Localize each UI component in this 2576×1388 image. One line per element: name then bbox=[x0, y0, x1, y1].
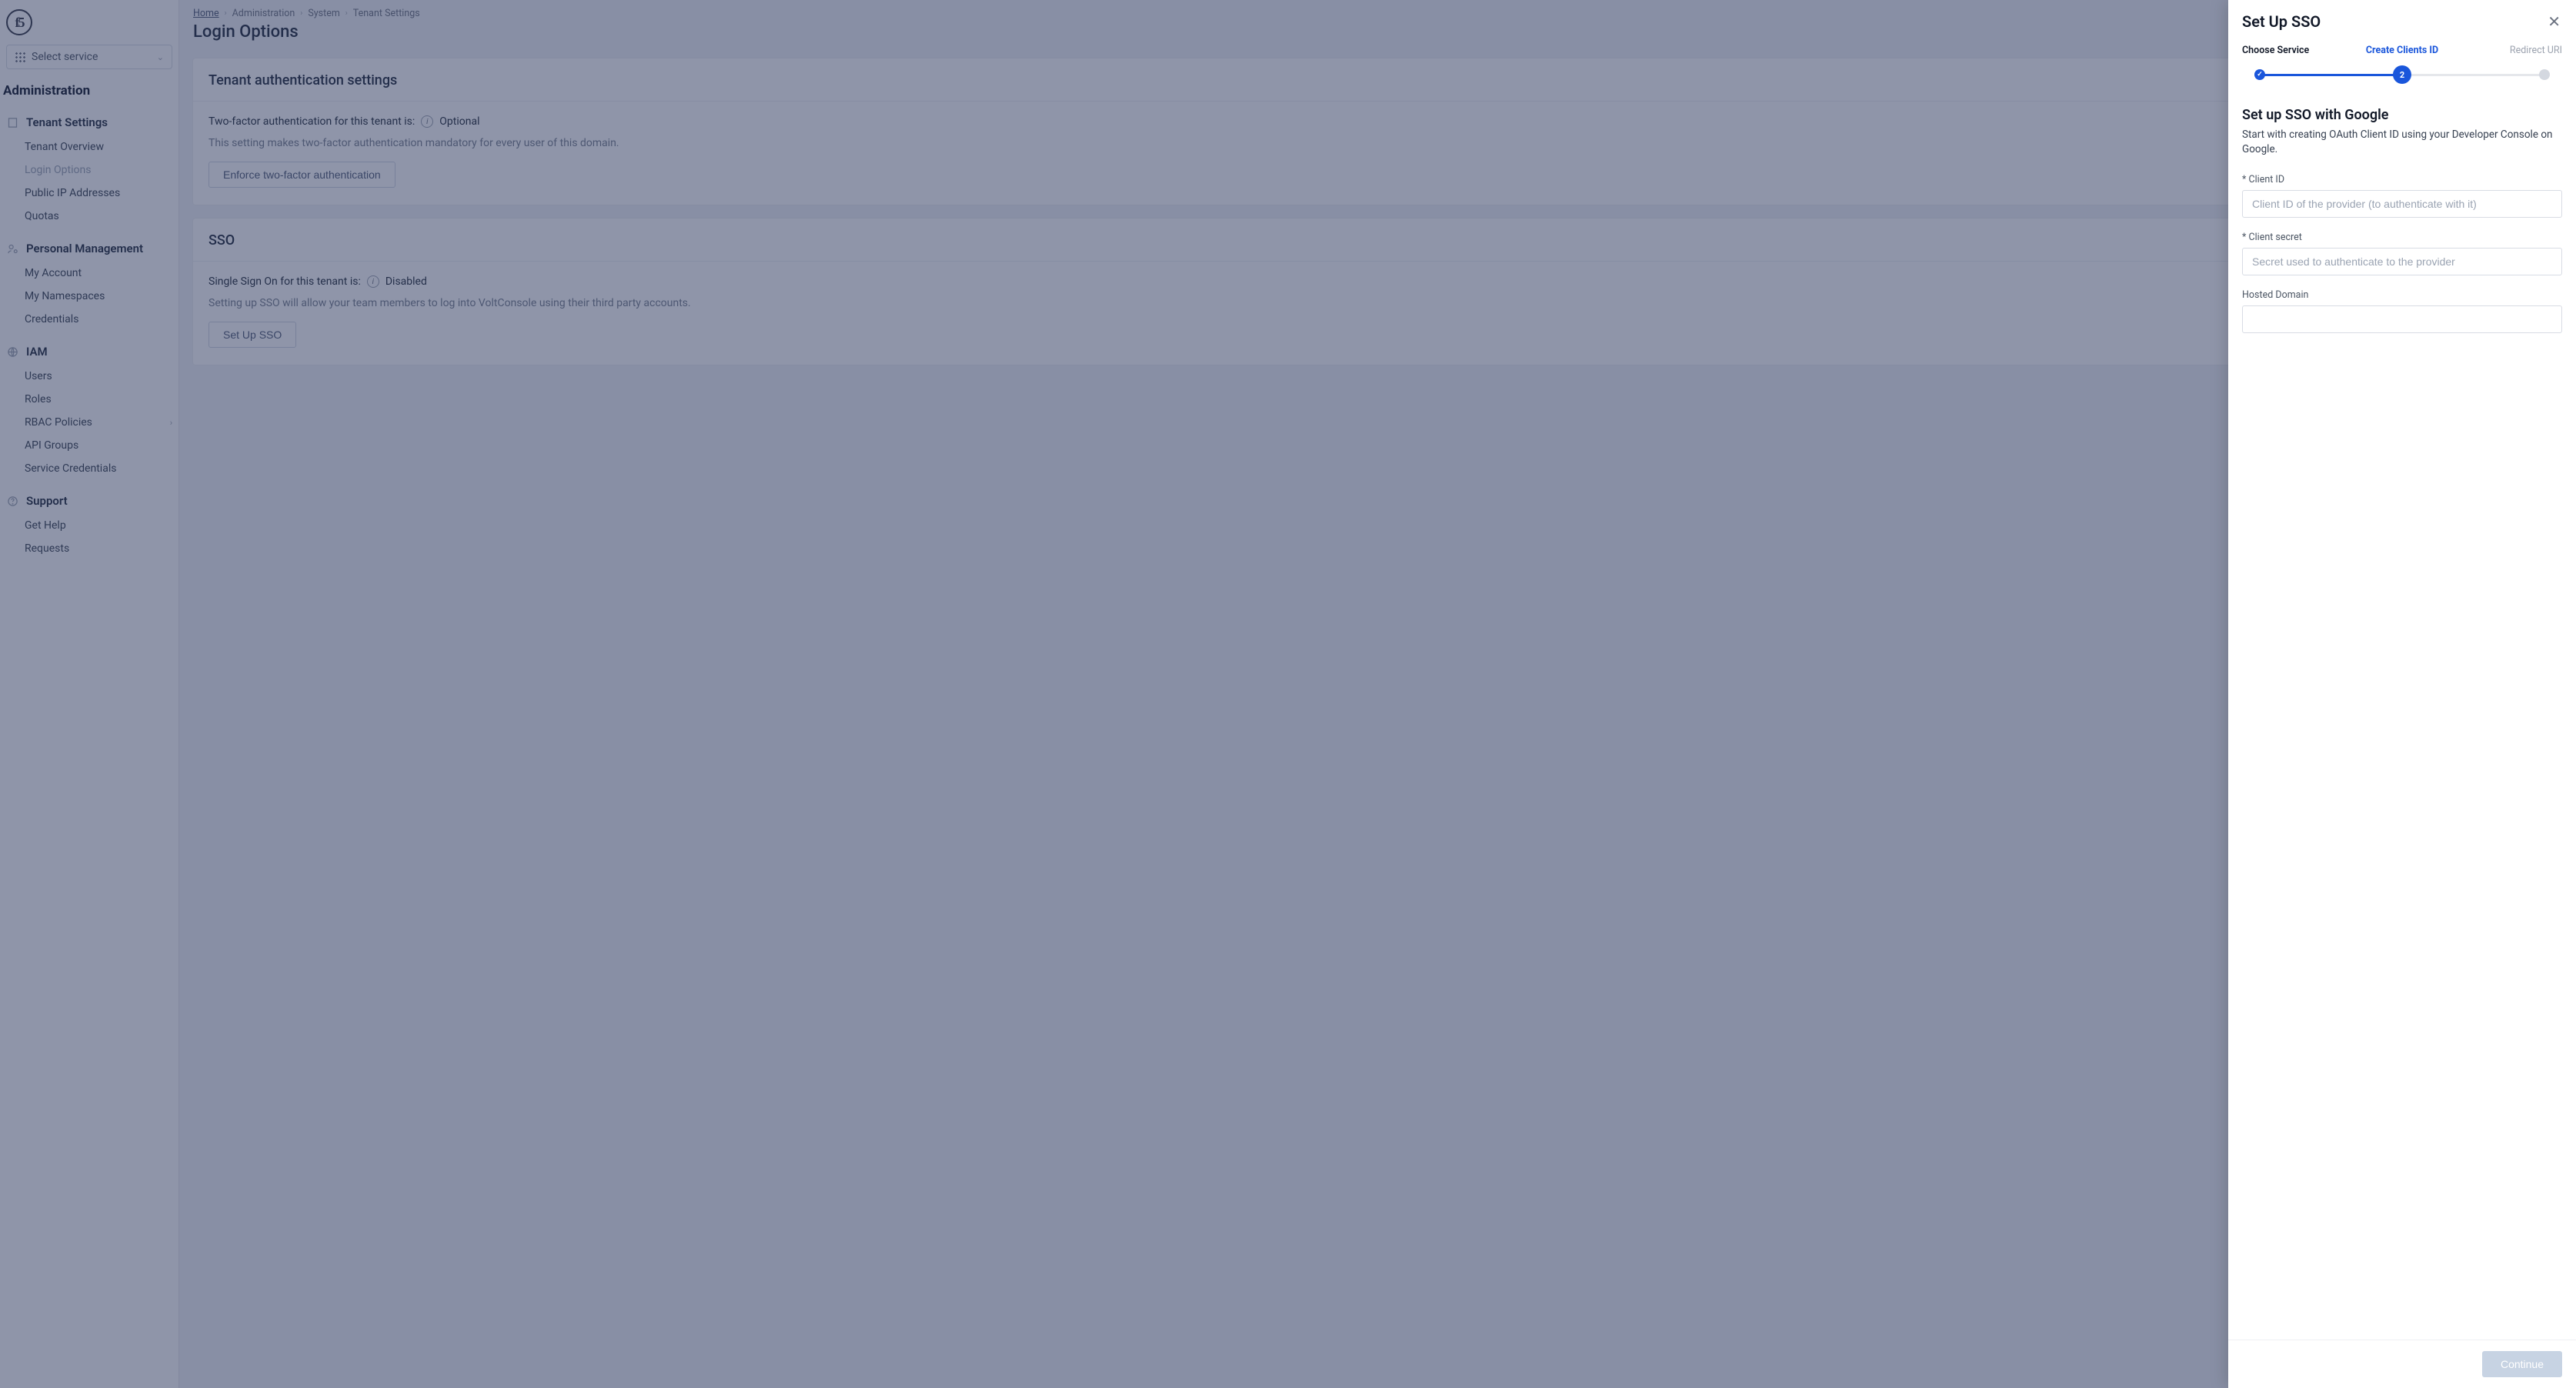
form-title: Set up SSO with Google bbox=[2242, 107, 2562, 123]
step-node-upcoming bbox=[2539, 69, 2550, 80]
field-client-secret: * Client secret bbox=[2242, 232, 2562, 275]
modal-scrim[interactable] bbox=[0, 0, 2576, 1388]
field-hosted-domain: Hosted Domain bbox=[2242, 289, 2562, 333]
step-label-1: Choose Service bbox=[2242, 45, 2349, 56]
step-label-3: Redirect URI bbox=[2455, 45, 2562, 56]
form-desc: Start with creating OAuth Client ID usin… bbox=[2242, 128, 2562, 157]
step-node-completed bbox=[2254, 69, 2265, 80]
client-id-input[interactable] bbox=[2242, 190, 2562, 218]
stepper: Choose Service Create Clients ID Redirec… bbox=[2228, 37, 2576, 95]
step-label-2: Create Clients ID bbox=[2349, 45, 2456, 56]
field-label: * Client ID bbox=[2242, 174, 2562, 185]
step-node-current: 2 bbox=[2393, 65, 2411, 84]
stepper-fill bbox=[2257, 74, 2402, 76]
sso-drawer: Set Up SSO ✕ Choose Service Create Clien… bbox=[2228, 0, 2576, 1388]
close-icon[interactable]: ✕ bbox=[2546, 12, 2562, 31]
field-label: Hosted Domain bbox=[2242, 289, 2562, 301]
drawer-title: Set Up SSO bbox=[2242, 12, 2321, 31]
field-label: * Client secret bbox=[2242, 232, 2562, 243]
continue-button[interactable]: Continue bbox=[2482, 1351, 2562, 1377]
client-secret-input[interactable] bbox=[2242, 248, 2562, 275]
hosted-domain-input[interactable] bbox=[2242, 305, 2562, 333]
field-client-id: * Client ID bbox=[2242, 174, 2562, 218]
